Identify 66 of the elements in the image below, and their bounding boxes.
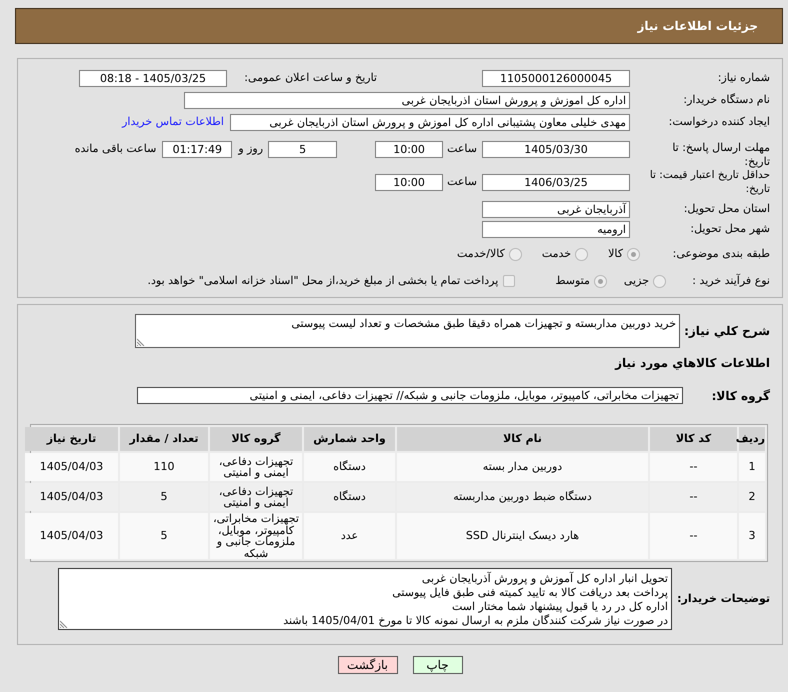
column-header: نام کالا <box>397 427 648 451</box>
table-cell: 1405/04/03 <box>25 513 118 559</box>
column-header: تاریخ نیاز <box>25 427 118 451</box>
field-label: استان محل تحویل: <box>682 202 770 216</box>
page-title: جزئیات اطلاعات نیاز <box>637 18 758 35</box>
field-label: نام دستگاه خریدار: <box>682 93 770 107</box>
announcement-date-field[interactable]: 1405/03/25 - 08:18 <box>79 70 227 86</box>
checkbox-label: پرداخت تمام یا بخشی از مبلغ خرید،از محل "اسناد خزانه اسلامی" خواهد بود. <box>148 274 498 288</box>
delivery-province-field[interactable]: آذربایجان غربی <box>482 200 630 218</box>
resize-grip-icon[interactable] <box>60 620 68 628</box>
requester-field[interactable]: مهدی خلیلی معاون پشتیبانی اداره کل اموزش و پرورش استان اذربایجان غربی <box>230 114 630 130</box>
option-label: متوسط <box>555 274 590 288</box>
field-label: ایجاد کننده درخواست: <box>668 115 770 129</box>
field-label: شهر محل تحویل: <box>689 222 770 236</box>
buyer-notes-field[interactable]: تحویل انبار اداره کل آموزش و پرورش آذربایجان غربی پرداخت بعد دریافت کالا به تایید کمیته فنی طبق فایل پیوستی اداره کل در رد یا قبول پیشنهاد شما مختار است در صورت نیاز شرکت کنندگان ملزم به ارسال نمونه کالا تا مورخ 1405/04/01 باشند <box>58 568 672 630</box>
field-label: گروه کالا: <box>710 388 770 402</box>
table-cell: تجهیزات دفاعی، ایمنی و امنیتی <box>210 453 302 481</box>
table-cell: 1 <box>739 453 765 481</box>
need-number-field[interactable]: 1105000126000045 <box>482 70 630 86</box>
table-cell: 110 <box>120 453 208 481</box>
field-label: نوع فرآیند خرید : <box>691 274 770 288</box>
column-header: واحد شمارش <box>304 427 395 451</box>
description-field[interactable]: خرید دوربین مداربسته و تجهیزات همراه دقیقا طبق مشخصات و تعداد لیست پیوستی <box>135 314 680 348</box>
table-cell: 5 <box>120 513 208 559</box>
resize-grip-icon[interactable] <box>137 338 145 346</box>
field-label: ساعت باقی مانده <box>74 142 156 156</box>
price-validity-time-field[interactable]: 10:00 <box>375 174 444 191</box>
print-button[interactable]: چاپ <box>412 656 462 674</box>
table-cell: 3 <box>739 513 765 559</box>
table-cell: -- <box>650 513 737 559</box>
table-cell: عدد <box>304 513 395 559</box>
field-label: مهلت ارسال پاسخ: تا تاریخ: <box>671 141 770 169</box>
back-button[interactable]: بازگشت <box>338 656 398 674</box>
buyer-organization-field[interactable]: اداره کل اموزش و پرورش استان اذربایجان غربی <box>184 92 630 108</box>
days-field[interactable]: 5 <box>268 141 338 158</box>
field-label: توضیحات خریدار: <box>676 592 770 606</box>
field-label: شرح کلي نیاز: <box>683 324 770 338</box>
option-label: کالا/خدمت <box>457 247 505 261</box>
remaining-time-field[interactable]: 01:17:49 <box>162 141 232 158</box>
column-header: ردیف <box>739 427 765 451</box>
field-label: حداقل تاریخ اعتبار قیمت: تا تاریخ: <box>648 168 770 196</box>
option-label: خدمت <box>542 247 572 261</box>
option-label: کالا <box>608 247 623 261</box>
price-validity-date-field[interactable]: 1406/03/25 <box>482 174 630 191</box>
buyer-contact-link[interactable]: اطلاعات تماس خریدار <box>122 114 224 130</box>
field-label: طبقه بندی موضوعی: <box>672 247 770 261</box>
column-header: گروه کالا <box>210 427 302 451</box>
field-label: ساعت <box>447 175 477 189</box>
table-cell: تجهیزات مخابراتی، کامپیوتر، موبایل، ملزومات جانبی و شبکه <box>210 513 302 559</box>
field-label: تاریخ و ساعت اعلان عمومی: <box>243 71 377 85</box>
option-label: جزیی <box>624 274 649 288</box>
field-label: ساعت <box>447 142 477 156</box>
table-cell: 1405/04/03 <box>25 453 118 481</box>
table-cell: -- <box>650 453 737 481</box>
column-header: تعداد / مقدار <box>120 427 208 451</box>
deadline-time-field[interactable]: 10:00 <box>375 141 444 158</box>
table-cell: دوربین مدار بسته <box>397 453 648 481</box>
delivery-city-field[interactable]: ارومیه <box>482 220 630 238</box>
section-title: اطلاعات کالاهاي مورد نیاز <box>615 355 770 372</box>
goods-group-field[interactable]: تجهیزات مخابراتی، کامپیوتر، موبایل، ملزومات جانبی و شبکه// تجهیزات دفاعی، ایمنی و امنیتی <box>137 387 683 404</box>
table-cell: هارد دیسک اینترنال SSD <box>397 513 648 559</box>
deadline-date-field[interactable]: 1405/03/30 <box>482 141 630 158</box>
column-header: کد کالا <box>650 427 737 451</box>
field-label: شماره نیاز: <box>716 71 770 85</box>
table-cell: دستگاه <box>304 453 395 481</box>
field-label: روز و <box>238 142 264 156</box>
